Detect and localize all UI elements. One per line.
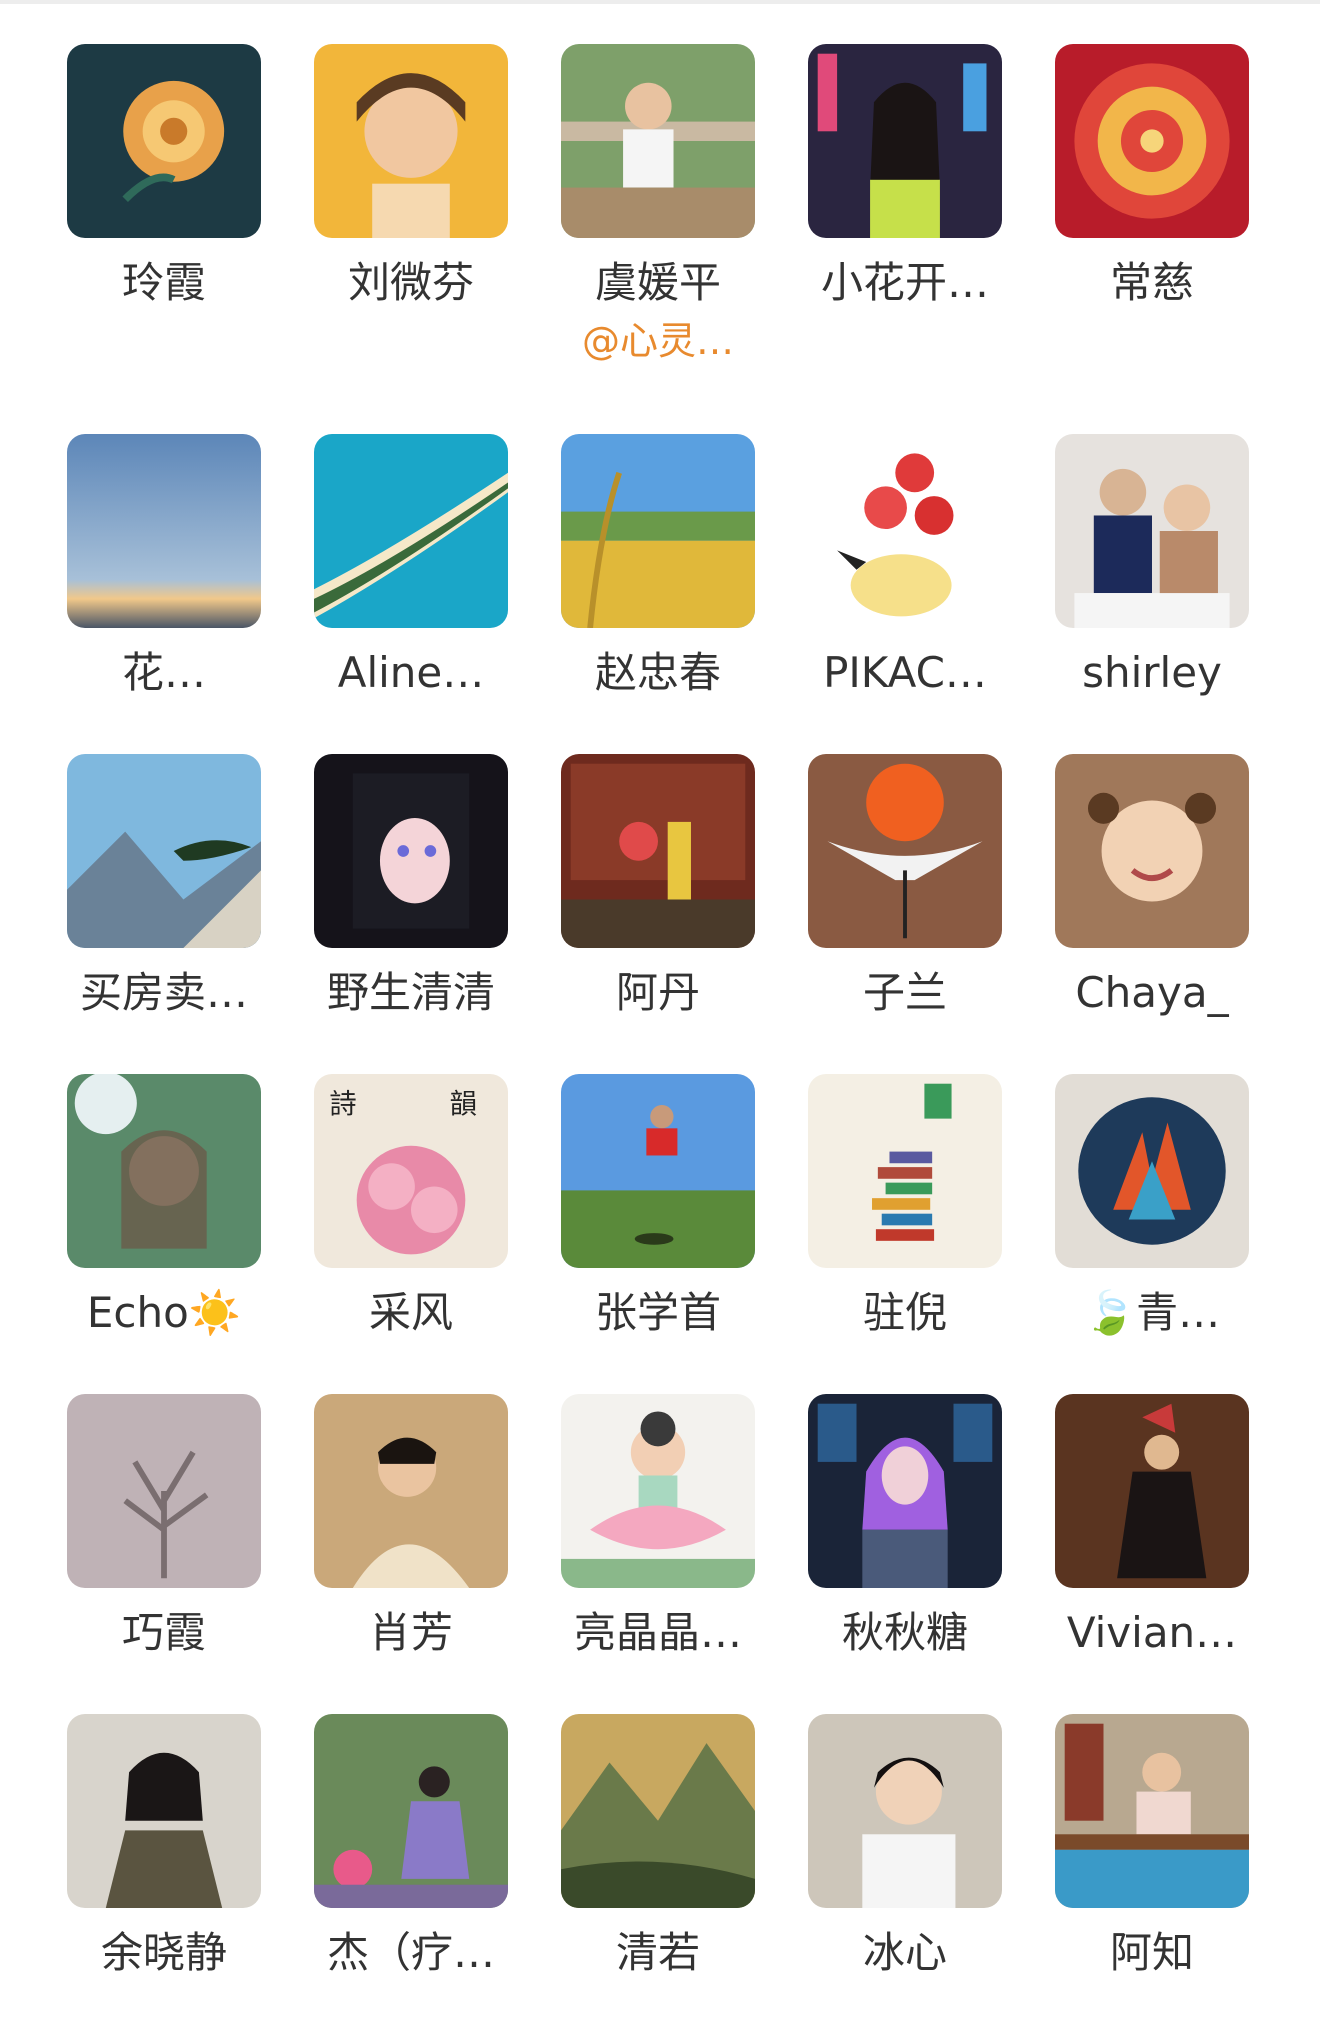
member-name: 冰心 — [862, 1928, 947, 1977]
member-name: 常慈 — [1109, 258, 1194, 307]
member-item[interactable]: 肖芳 — [314, 1394, 508, 1714]
member-item[interactable]: 刘微芬 — [314, 44, 508, 434]
woman-in-hall-avatar[interactable] — [561, 754, 755, 948]
member-name: 玲霞 — [121, 258, 206, 307]
member-item[interactable]: 杰（疗… — [314, 1714, 508, 2034]
short-hair-woman-avatar[interactable] — [808, 1714, 1002, 1908]
member-name: PIKAC… — [823, 648, 987, 697]
member-item[interactable]: 张学首 — [561, 1074, 755, 1394]
woman-garden-avatar[interactable] — [314, 1714, 508, 1908]
member-name: 花… — [121, 648, 206, 697]
member-name: 🍃青… — [1083, 1288, 1221, 1337]
member-item[interactable]: 清若 — [561, 1714, 755, 2034]
member-name: Chaya_ — [1075, 968, 1229, 1017]
member-name: 阿知 — [1109, 1928, 1194, 1977]
pink-lilies-avatar[interactable]: 詩韻 — [314, 1074, 508, 1268]
member-item[interactable]: PIKAC… — [808, 434, 1002, 754]
member-name: 肖芳 — [368, 1608, 453, 1657]
member-item[interactable]: 亮晶晶… — [561, 1394, 755, 1714]
smiling-girl-illustration-avatar[interactable] — [314, 44, 508, 238]
man-jumping-grassland-avatar[interactable] — [561, 1074, 755, 1268]
bare-tree-avatar[interactable] — [67, 1394, 261, 1588]
member-item[interactable]: 野生清清 — [314, 754, 508, 1074]
member-name: 子兰 — [862, 968, 947, 1017]
mother-and-child-avatar[interactable] — [1055, 434, 1249, 628]
member-item[interactable]: 子兰 — [808, 754, 1002, 1074]
member-item[interactable]: Aline… — [314, 434, 508, 754]
member-name: 买房卖… — [79, 968, 248, 1017]
tea-ceremony-avatar[interactable] — [1055, 1714, 1249, 1908]
member-name: 野生清清 — [326, 968, 495, 1017]
member-item[interactable]: 虞媛平 @心灵… — [561, 44, 755, 434]
member-name: 杰（疗… — [326, 1928, 495, 1977]
member-item[interactable]: shirley — [1055, 434, 1249, 754]
member-item[interactable]: 阿知 — [1055, 1714, 1249, 2034]
member-name: Aline… — [337, 648, 485, 697]
member-name: Echo☀️ — [86, 1288, 242, 1337]
member-name: 阿丹 — [615, 968, 700, 1017]
group-members-page: 玲霞 刘微芬 虞媛平 @心灵… 小花开… 常慈花… Aline… 赵忠春 PIKAC… shirl… — [0, 0, 1320, 1986]
member-item[interactable]: Echo☀️ — [67, 1074, 261, 1394]
member-name: 秋秋糖 — [841, 1608, 968, 1657]
woman-city-night-avatar[interactable] — [808, 44, 1002, 238]
member-item[interactable]: 花… — [67, 434, 261, 754]
golden-rose-avatar[interactable] — [67, 44, 261, 238]
member-name: 刘微芬 — [347, 258, 474, 307]
crane-sunset-avatar[interactable] — [808, 754, 1002, 948]
member-name: 驻倪 — [862, 1288, 947, 1337]
stacked-books-avatar[interactable] — [808, 1074, 1002, 1268]
little-girl-avatar[interactable] — [1055, 754, 1249, 948]
member-name: 小花开… — [820, 258, 989, 307]
abstract-plate-avatar[interactable] — [1055, 1074, 1249, 1268]
svg-text:詩: 詩 — [330, 1089, 357, 1120]
member-grid: 玲霞 刘微芬 虞媛平 @心灵… 小花开… 常慈花… Aline… 赵忠春 PIKAC… shirl… — [67, 44, 1249, 2034]
woman-sunlight-avatar[interactable] — [67, 1074, 261, 1268]
member-item[interactable]: 詩韻采风 — [314, 1074, 508, 1394]
mountain-pine-avatar[interactable] — [67, 754, 261, 948]
member-name: 清若 — [615, 1928, 700, 1977]
member-name: 亮晶晶… — [573, 1608, 742, 1657]
member-name: 余晓静 — [100, 1928, 227, 1977]
member-item[interactable]: 冰心 — [808, 1714, 1002, 2034]
member-name: 巧霞 — [121, 1608, 206, 1657]
member-name: 赵忠春 — [594, 648, 721, 697]
lotus-child-avatar[interactable] — [561, 1394, 755, 1588]
member-item[interactable]: 秋秋糖 — [808, 1394, 1002, 1714]
landscape-painting-avatar[interactable] — [561, 1714, 755, 1908]
woman-scarf-avatar[interactable] — [67, 1714, 261, 1908]
member-item[interactable]: 巧霞 — [67, 1394, 261, 1714]
member-item[interactable]: 小花开… — [808, 44, 1002, 434]
anime-girl-avatar[interactable] — [314, 754, 508, 948]
rice-field-avatar[interactable] — [561, 434, 755, 628]
member-name: Vivian… — [1066, 1608, 1238, 1657]
cyber-girl-avatar[interactable] — [808, 1394, 1002, 1588]
woman-at-table-avatar[interactable] — [561, 44, 755, 238]
svg-text:韻: 韻 — [450, 1089, 477, 1120]
dancer-costume-avatar[interactable] — [1055, 1394, 1249, 1588]
member-item[interactable]: 常慈 — [1055, 44, 1249, 434]
member-item[interactable]: 买房卖… — [67, 754, 261, 1074]
member-name: shirley — [1082, 648, 1222, 697]
member-item[interactable]: 余晓静 — [67, 1714, 261, 2034]
member-name: 虞媛平 — [594, 258, 721, 307]
member-item[interactable]: 驻倪 — [808, 1074, 1002, 1394]
red-mandala-avatar[interactable] — [1055, 44, 1249, 238]
member-item[interactable]: 赵忠春 — [561, 434, 755, 754]
top-divider — [0, 0, 1320, 4]
woman-sweater-avatar[interactable] — [314, 1394, 508, 1588]
member-name: 采风 — [368, 1288, 453, 1337]
member-item[interactable]: Chaya_ — [1055, 754, 1249, 1074]
member-item[interactable]: 玲霞 — [67, 44, 261, 434]
member-item[interactable]: 🍃青… — [1055, 1074, 1249, 1394]
member-item[interactable]: Vivian… — [1055, 1394, 1249, 1714]
member-name: 张学首 — [594, 1288, 721, 1337]
member-role-label: @心灵… — [581, 319, 734, 363]
pikachu-strawberries-avatar[interactable] — [808, 434, 1002, 628]
tropical-island-avatar[interactable] — [314, 434, 508, 628]
member-item[interactable]: 阿丹 — [561, 754, 755, 1074]
sky-clouds-avatar[interactable] — [67, 434, 261, 628]
